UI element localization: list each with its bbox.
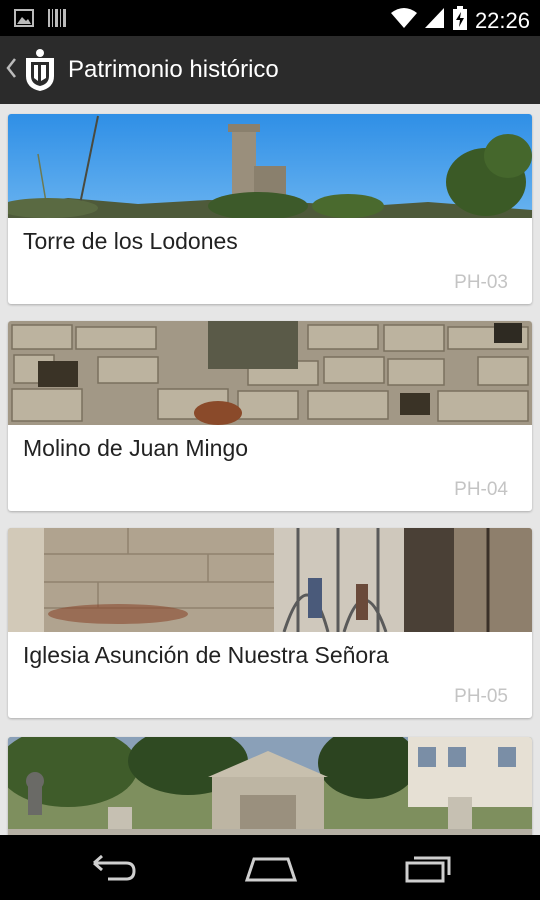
gallery-icon xyxy=(14,8,34,33)
barcode-icon xyxy=(48,8,66,33)
heritage-list[interactable]: Torre de los Lodones PH-03 Molino de Jua… xyxy=(0,104,540,835)
battery-charging-icon xyxy=(452,6,467,35)
item-title: Torre de los Lodones xyxy=(23,228,238,254)
list-item[interactable]: Iglesia Asunción de Nuestra Señora PH-05 xyxy=(8,528,532,718)
wifi-icon xyxy=(390,7,417,34)
list-item[interactable]: Molino de Juan Mingo PH-04 xyxy=(8,321,532,511)
fountain-monument-photo xyxy=(8,737,532,835)
item-code: PH-04 xyxy=(454,479,508,500)
list-item[interactable] xyxy=(8,737,532,835)
back-chevron-icon[interactable] xyxy=(4,56,18,85)
recent-apps-icon[interactable] xyxy=(404,853,454,888)
cell-signal-icon xyxy=(424,7,445,34)
stone-wall-photo xyxy=(8,321,532,425)
list-item[interactable]: Torre de los Lodones PH-03 xyxy=(8,114,532,304)
back-icon[interactable] xyxy=(88,853,138,888)
church-facade-photo xyxy=(8,528,532,632)
item-title: Molino de Juan Mingo xyxy=(23,435,249,461)
page-title: Patrimonio histórico xyxy=(68,56,279,83)
item-code: PH-05 xyxy=(454,686,508,707)
navigation-bar xyxy=(0,835,540,900)
coat-of-arms-icon[interactable] xyxy=(22,48,58,97)
tower-photo xyxy=(8,114,532,218)
item-title: Iglesia Asunción de Nuestra Señora xyxy=(23,642,389,668)
clock-time: 22:26 xyxy=(474,7,530,33)
action-bar: Patrimonio histórico xyxy=(0,36,540,104)
home-icon[interactable] xyxy=(244,853,298,888)
status-bar: 22:26 xyxy=(0,0,540,36)
item-code: PH-03 xyxy=(454,272,508,293)
